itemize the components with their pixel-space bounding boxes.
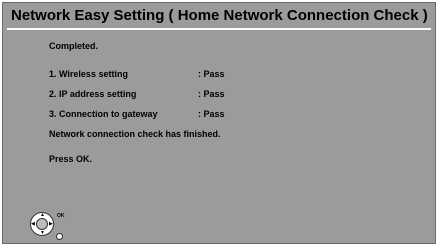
arrow-right-icon: ▶ <box>49 221 53 227</box>
arrow-left-icon: ◀ <box>31 221 35 227</box>
network-easy-setting-dialog: Network Easy Setting ( Home Network Conn… <box>2 2 436 244</box>
dialog-title: Network Easy Setting ( Home Network Conn… <box>11 7 428 24</box>
ok-indicator-icon <box>56 233 63 240</box>
check-label-ip-address: 2. IP address setting <box>49 89 137 99</box>
press-ok-prompt: Press OK. <box>49 154 93 164</box>
check-result-ip-address: : Pass <box>198 89 225 99</box>
check-label-wireless: 1. Wireless setting <box>49 69 128 79</box>
arrow-up-icon: ▲ <box>40 212 45 218</box>
remote-ok-button-hint[interactable]: ▲ ▼ ◀ ▶ OK <box>30 212 74 246</box>
check-result-gateway: : Pass <box>198 109 225 119</box>
check-result-wireless: : Pass <box>198 69 225 79</box>
remote-dpad-icon: ▲ ▼ ◀ ▶ <box>30 212 54 236</box>
dpad-center <box>36 218 48 230</box>
finished-message: Network connection check has finished. <box>49 129 221 139</box>
title-divider <box>7 28 431 30</box>
check-label-gateway: 3. Connection to gateway <box>49 109 158 119</box>
status-text: Completed. <box>49 41 99 51</box>
arrow-down-icon: ▼ <box>40 230 45 236</box>
ok-label: OK <box>57 213 65 219</box>
